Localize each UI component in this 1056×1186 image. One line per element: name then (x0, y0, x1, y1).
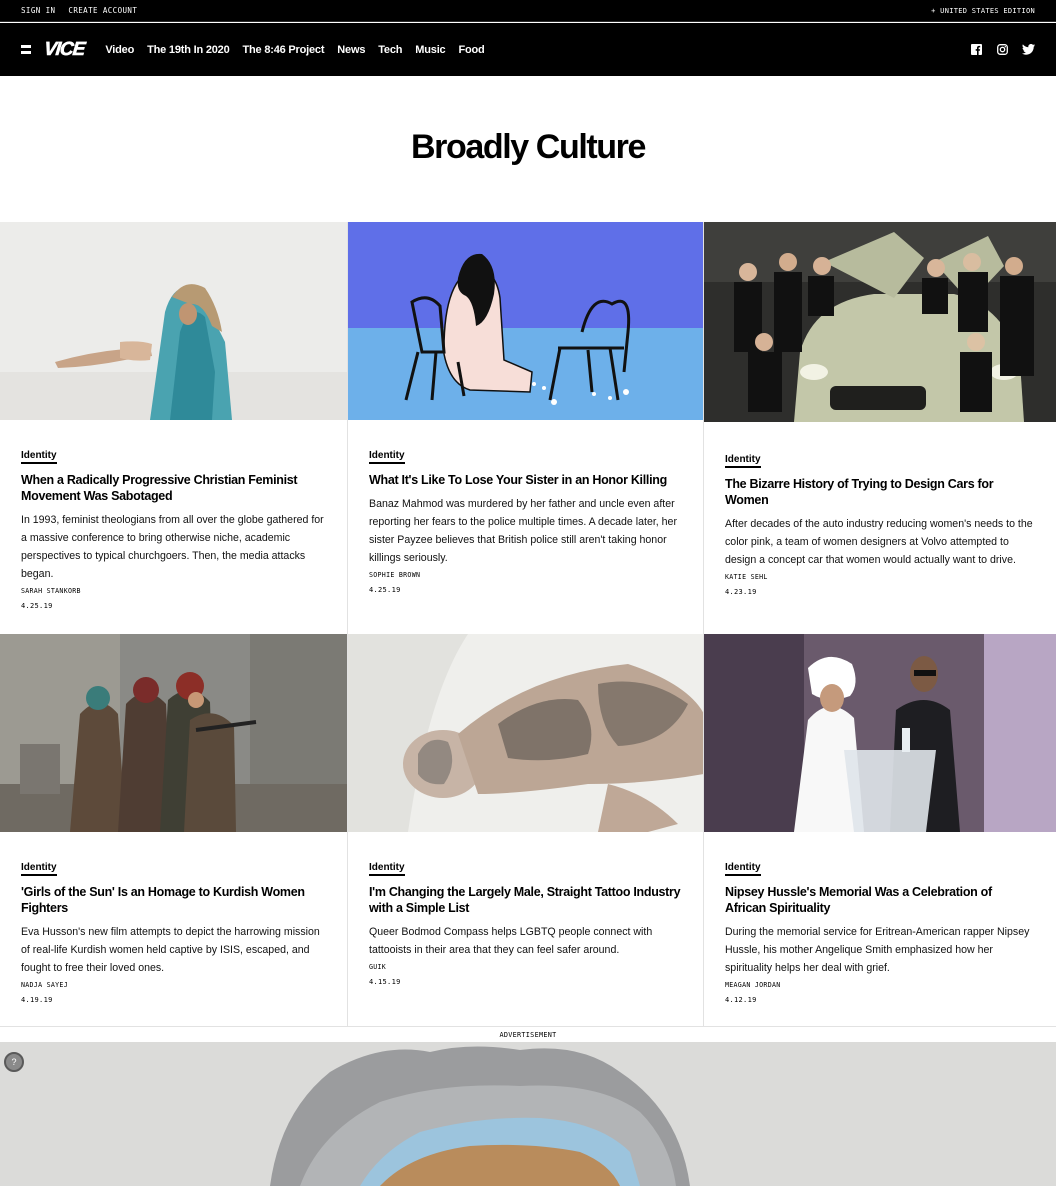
nav-item-food[interactable]: Food (458, 44, 484, 56)
article-tag[interactable]: Identity (21, 450, 57, 464)
article-date: 4.15.19 (369, 978, 401, 986)
utility-bar: SIGN IN CREATE ACCOUNT + UNITED STATES E… (0, 0, 1056, 22)
article-title[interactable]: Nipsey Hussle's Memorial Was a Celebrati… (725, 884, 1035, 916)
article-image-tattooed-person[interactable] (348, 634, 703, 832)
article-card[interactable]: Identity What It's Like To Lose Your Sis… (348, 222, 704, 634)
divider (0, 1026, 1056, 1027)
article-card[interactable]: Identity Nipsey Hussle's Memorial Was a … (704, 634, 1056, 1026)
article-grid: Identity When a Radically Progressive Ch… (0, 222, 1056, 1026)
article-image-memorial-service[interactable] (704, 634, 1056, 832)
article-card[interactable]: Identity The Bizarre History of Trying t… (704, 222, 1056, 634)
create-account-link[interactable]: CREATE ACCOUNT (68, 6, 137, 15)
nav-items: Video The 19th In 2020 The 8:46 Project … (105, 44, 484, 56)
article-description: Banaz Mahmod was murdered by her father … (369, 498, 677, 564)
article-tag[interactable]: Identity (725, 454, 761, 468)
article-title[interactable]: What It's Like To Lose Your Sister in an… (369, 472, 682, 488)
facebook-icon[interactable] (970, 43, 983, 56)
article-description: Queer Bodmod Compass helps LGBTQ people … (369, 926, 653, 956)
article-date: 4.19.19 (21, 996, 53, 1004)
edition-selector[interactable]: + UNITED STATES EDITION (931, 7, 1035, 15)
article-author[interactable]: NADJA SAYEJ (21, 981, 326, 989)
article-author[interactable]: SARAH STANKORB (21, 587, 326, 595)
nav-item-846-project[interactable]: The 8:46 Project (243, 44, 325, 56)
vice-logo[interactable]: VICE (43, 38, 86, 61)
advertisement-label: ADVERTISEMENT (499, 1031, 557, 1039)
article-author[interactable]: SOPHIE BROWN (369, 571, 682, 579)
article-tag[interactable]: Identity (21, 862, 57, 876)
article-image-virgin-figure[interactable] (0, 222, 347, 420)
social-links (970, 43, 1035, 56)
nav-item-video[interactable]: Video (105, 44, 134, 56)
article-description: After decades of the auto industry reduc… (725, 518, 1033, 566)
advertisement-banner[interactable] (0, 1042, 1056, 1186)
twitter-icon[interactable] (1022, 43, 1035, 56)
article-card[interactable]: Identity When a Radically Progressive Ch… (0, 222, 348, 634)
article-date: 4.25.19 (369, 586, 401, 594)
article-author[interactable]: KATIE SEHL (725, 573, 1035, 581)
main-nav: VICE Video The 19th In 2020 The 8:46 Pro… (0, 23, 1056, 76)
article-description: During the memorial service for Eritrean… (725, 926, 1030, 974)
article-description: In 1993, feminist theologians from all o… (21, 514, 324, 580)
article-date: 4.12.19 (725, 996, 757, 1004)
nav-item-music[interactable]: Music (415, 44, 445, 56)
article-date: 4.25.19 (21, 602, 53, 610)
sign-in-link[interactable]: SIGN IN (21, 6, 55, 15)
article-tag[interactable]: Identity (725, 862, 761, 876)
article-card[interactable]: Identity I'm Changing the Largely Male, … (348, 634, 704, 1026)
article-card[interactable]: Identity 'Girls of the Sun' Is an Homage… (0, 634, 348, 1026)
article-title[interactable]: When a Radically Progressive Christian F… (21, 472, 326, 504)
article-title[interactable]: 'Girls of the Sun' Is an Homage to Kurdi… (21, 884, 326, 916)
article-image-kurdish-fighters[interactable] (0, 634, 347, 832)
instagram-icon[interactable] (996, 43, 1009, 56)
account-links: SIGN IN CREATE ACCOUNT (21, 6, 137, 15)
article-image-two-chairs[interactable] (348, 222, 703, 420)
article-tag[interactable]: Identity (369, 862, 405, 876)
article-author[interactable]: MEAGAN JORDAN (725, 981, 1035, 989)
hamburger-menu-icon[interactable] (21, 45, 31, 54)
article-description: Eva Husson's new film attempts to depict… (21, 926, 320, 974)
article-author[interactable]: GUIK (369, 963, 682, 971)
nav-item-news[interactable]: News (337, 44, 365, 56)
article-image-concept-car[interactable] (704, 222, 1056, 422)
article-title[interactable]: The Bizarre History of Trying to Design … (725, 476, 1035, 508)
page-title: Broadly Culture (410, 128, 646, 166)
article-date: 4.23.19 (725, 588, 757, 596)
help-icon[interactable]: ? (4, 1052, 24, 1072)
article-title[interactable]: I'm Changing the Largely Male, Straight … (369, 884, 682, 916)
nav-item-tech[interactable]: Tech (378, 44, 402, 56)
nav-item-19th-in-2020[interactable]: The 19th In 2020 (147, 44, 230, 56)
article-tag[interactable]: Identity (369, 450, 405, 464)
